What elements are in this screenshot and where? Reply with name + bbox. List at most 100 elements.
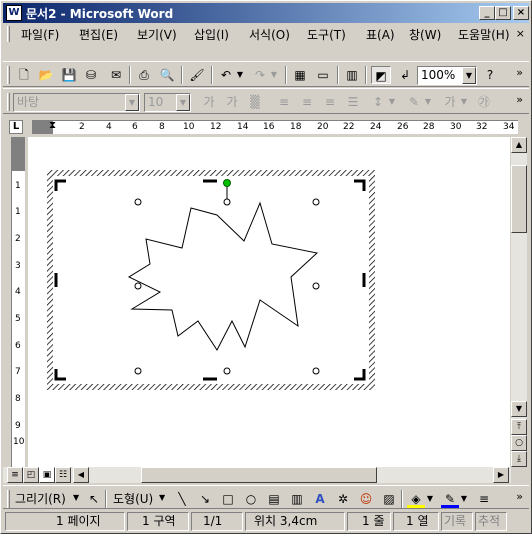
drawing-toggle-icon[interactable]: ◩ xyxy=(371,66,391,84)
scroll-left-arrow-icon[interactable]: ◀ xyxy=(73,467,89,483)
insert-table-icon[interactable]: ▭ xyxy=(314,66,332,84)
chevron-down-icon[interactable]: ▼ xyxy=(387,93,397,111)
oval-tool-icon[interactable]: ○ xyxy=(242,490,260,508)
toolbar-grip[interactable] xyxy=(7,490,10,508)
undo-icon[interactable]: ↶ xyxy=(217,66,235,84)
chevron-down-icon[interactable]: ▼ xyxy=(425,490,435,508)
align-right-icon[interactable]: ≡ xyxy=(321,93,339,111)
print-layout-icon[interactable]: ▣ xyxy=(39,467,55,483)
web-layout-icon[interactable]: ◰ xyxy=(23,467,39,483)
font-size-combo[interactable]: 10 ▼ xyxy=(144,93,191,112)
rectangle-tool-icon[interactable]: □ xyxy=(219,490,237,508)
text-box-icon[interactable]: ▤ xyxy=(265,490,283,508)
save-icon[interactable]: 💾 xyxy=(60,66,78,84)
redo-dropdown-icon[interactable]: ▼ xyxy=(269,66,279,84)
chevron-down-icon[interactable]: ▼ xyxy=(459,93,469,111)
toolbar-options-icon[interactable]: » xyxy=(516,66,523,79)
menu-view[interactable]: 보기(V) xyxy=(137,26,177,43)
line-spacing-icon[interactable]: ↕ xyxy=(369,93,387,111)
align-left-icon[interactable]: ≡ xyxy=(275,93,293,111)
next-page-icon[interactable]: ⤓ xyxy=(511,451,527,467)
vertical-scrollbar[interactable]: ▲ ▼ ⤒ ○ ⤓ xyxy=(511,137,527,467)
print-preview-icon[interactable]: 🔍 xyxy=(158,66,176,84)
format-painter-icon[interactable]: 🖌 xyxy=(188,66,206,84)
undo-dropdown-icon[interactable]: ▼ xyxy=(235,66,245,84)
toolbar-grip[interactable] xyxy=(7,93,10,111)
indent-marker-icon[interactable]: ⧗ xyxy=(49,120,56,131)
phonetic-guide-icon[interactable]: ㉮ xyxy=(475,93,493,111)
autoshapes-menu-button[interactable]: 도형(U) xyxy=(113,490,153,507)
menu-insert[interactable]: 삽입(I) xyxy=(194,26,229,43)
justify-icon[interactable]: ☰ xyxy=(344,93,362,111)
vertical-ruler[interactable]: 1 1 2 3 4 5 6 7 8 9 10 11 12 xyxy=(11,137,25,467)
menu-format[interactable]: 서식(O) xyxy=(249,26,290,43)
line-color-icon[interactable]: ✎ xyxy=(441,490,459,508)
redo-icon[interactable]: ↷ xyxy=(251,66,269,84)
status-track-changes[interactable]: 추적 xyxy=(475,512,507,531)
clip-art-icon[interactable]: ☺ xyxy=(357,490,375,508)
close-button[interactable]: × xyxy=(513,6,529,20)
normal-view-icon[interactable]: ≡ xyxy=(7,467,23,483)
italic-icon[interactable]: 가 xyxy=(223,93,241,111)
menu-window[interactable]: 창(W) xyxy=(409,26,441,43)
menu-tools[interactable]: 도구(T) xyxy=(307,26,346,43)
fill-color-icon[interactable]: ◈ xyxy=(407,490,425,508)
vertical-scroll-thumb[interactable] xyxy=(511,165,527,233)
menu-help[interactable]: 도움말(H) xyxy=(458,26,510,43)
minimize-button[interactable]: _ xyxy=(479,6,495,20)
wordart-icon[interactable]: A xyxy=(311,490,329,508)
chevron-down-icon[interactable]: ▼ xyxy=(125,94,139,111)
select-objects-icon[interactable]: ↖ xyxy=(85,490,103,508)
font-combo[interactable]: 바탕 ▼ xyxy=(13,93,140,112)
chevron-down-icon[interactable]: ▼ xyxy=(73,493,79,502)
maximize-button[interactable]: □ xyxy=(495,6,511,20)
line-tool-icon[interactable]: ╲ xyxy=(173,490,191,508)
chevron-down-icon[interactable]: ▼ xyxy=(459,490,469,508)
vertical-text-box-icon[interactable]: ▥ xyxy=(288,490,306,508)
zoom-combo[interactable]: 100% ▼ xyxy=(417,66,477,85)
permission-icon[interactable]: ⛁ xyxy=(82,66,100,84)
align-center-icon[interactable]: ≡ xyxy=(298,93,316,111)
columns-icon[interactable]: ▥ xyxy=(343,66,361,84)
bold-icon[interactable]: 가 xyxy=(200,93,218,111)
menu-file[interactable]: 파일(F) xyxy=(21,26,59,43)
browse-object-icon[interactable]: ○ xyxy=(511,435,527,451)
email-icon[interactable]: ✉ xyxy=(107,66,125,84)
help-icon[interactable]: ? xyxy=(481,66,499,84)
scroll-down-arrow-icon[interactable]: ▼ xyxy=(511,401,527,417)
font-color-icon[interactable]: 가 xyxy=(441,93,459,111)
toolbar-options-icon[interactable]: » xyxy=(516,490,523,503)
word-app-icon[interactable]: W xyxy=(6,5,22,21)
insert-picture-icon[interactable]: ▨ xyxy=(380,490,398,508)
tab-selector-icon[interactable]: L xyxy=(9,120,23,134)
scroll-up-arrow-icon[interactable]: ▲ xyxy=(511,137,527,153)
arrow-tool-icon[interactable]: ↘ xyxy=(196,490,214,508)
open-folder-icon[interactable]: 📂 xyxy=(37,66,55,84)
horizontal-scroll-thumb[interactable] xyxy=(141,467,377,483)
previous-page-icon[interactable]: ⤒ xyxy=(511,419,527,435)
chevron-down-icon[interactable]: ▼ xyxy=(176,94,190,111)
chevron-down-icon[interactable]: ▼ xyxy=(159,493,165,502)
document-close-icon[interactable]: × xyxy=(516,27,525,40)
menu-table[interactable]: 표(A) xyxy=(366,26,395,43)
document-page[interactable] xyxy=(28,137,510,467)
drawing-canvas[interactable] xyxy=(28,137,510,467)
chevron-down-icon[interactable]: ▼ xyxy=(423,93,433,111)
status-record-macro[interactable]: 기록 xyxy=(441,512,473,531)
show-hide-icon[interactable]: ↲ xyxy=(396,66,414,84)
toolbar-options-icon[interactable]: » xyxy=(516,93,523,106)
highlight-icon[interactable]: ✎ xyxy=(405,93,423,111)
outline-view-icon[interactable]: ☷ xyxy=(55,467,71,483)
scroll-right-arrow-icon[interactable]: ▶ xyxy=(493,467,509,483)
line-style-icon[interactable]: ≡ xyxy=(475,490,493,508)
underline-icon[interactable]: ▒ xyxy=(246,93,264,111)
menu-grip[interactable] xyxy=(7,26,10,42)
draw-menu-button[interactable]: 그리기(R) xyxy=(15,490,66,507)
new-document-icon[interactable]: 🗋 xyxy=(15,66,33,84)
chevron-down-icon[interactable]: ▼ xyxy=(462,67,476,84)
horizontal-ruler[interactable]: ⧗ 2 4 6 8 10 12 14 16 18 20 22 24 26 28 … xyxy=(32,120,518,134)
print-icon[interactable]: ⎙ xyxy=(135,66,153,84)
menu-edit[interactable]: 편집(E) xyxy=(79,26,118,43)
tables-borders-icon[interactable]: ▦ xyxy=(291,66,309,84)
diagram-icon[interactable]: ✲ xyxy=(334,490,352,508)
